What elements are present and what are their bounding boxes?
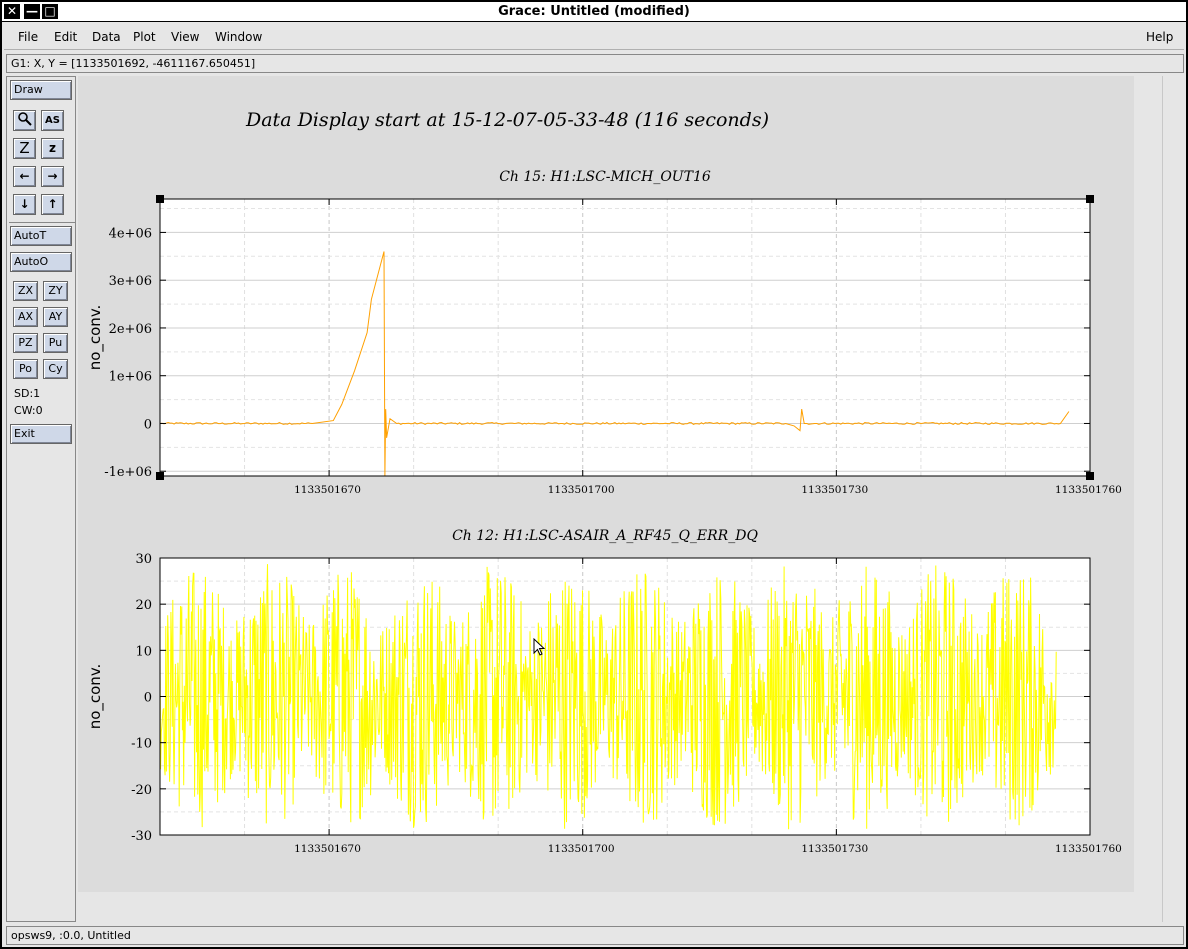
x-tick-label: 1133501730 [801, 484, 868, 496]
y-tick-label: 1e+06 [109, 370, 152, 385]
selection-handle [156, 195, 164, 203]
menu-help[interactable]: Help [1146, 30, 1173, 44]
graph-ch15[interactable]: 1133501670 1133501700 1133501730 1133501760… [86, 169, 1122, 496]
x-tick-label: 1133501700 [548, 484, 615, 496]
toolbar-divider [9, 222, 75, 223]
y-tick-label: -30 [131, 829, 152, 844]
menu-edit[interactable]: Edit [54, 30, 77, 44]
zoom-out-z-icon[interactable]: z [41, 138, 64, 159]
window-title: Grace: Untitled (modified) [498, 4, 690, 19]
grace-window: ✕ — □ Grace: Untitled (modified) File Ed… [0, 0, 1188, 949]
po-button[interactable]: Po [13, 359, 38, 379]
zx-button[interactable]: ZX [13, 281, 38, 301]
selection-handle [1086, 195, 1094, 203]
y-tick-label: -20 [131, 783, 152, 798]
chart-title: Ch 12: H1:LSC-ASAIR_A_RF45_Q_ERR_DQ [452, 528, 758, 544]
status-bar: opsws9, :0.0, Untitled [6, 926, 1184, 945]
right-panel [1162, 76, 1184, 922]
menu-window[interactable]: Window [215, 30, 262, 44]
menu-file[interactable]: File [18, 30, 38, 44]
y-tick-label: 0 [144, 691, 152, 706]
plot-area [160, 199, 1090, 476]
up-arrow-icon[interactable]: ↑ [41, 194, 64, 215]
zy-button[interactable]: ZY [43, 281, 68, 301]
cy-button[interactable]: Cy [43, 359, 68, 379]
y-tick-label: 30 [135, 552, 152, 567]
selection-handle [1086, 472, 1094, 480]
plot-canvas[interactable]: Data Display start at 15-12-07-05-33-48 … [78, 76, 1134, 892]
y-tick-label: -10 [131, 737, 152, 752]
left-toolbar: Draw AS Z z ← → ↓ ↑ AutoT AutoO ZX ZY AX… [6, 76, 76, 922]
y-tick-label: 3e+06 [109, 274, 152, 289]
x-tick-label: 1133501730 [801, 843, 868, 855]
x-tick-label: 1133501670 [294, 484, 361, 496]
chart-title: Ch 15: H1:LSC-MICH_OUT16 [499, 169, 711, 185]
x-tick-label: 1133501670 [294, 843, 361, 855]
y-tick-label: 10 [135, 644, 152, 659]
x-tick-label: 1133501700 [548, 843, 615, 855]
autot-button[interactable]: AutoT [10, 226, 72, 246]
draw-button[interactable]: Draw [10, 80, 72, 100]
autoo-button[interactable]: AutoO [10, 252, 72, 272]
left-arrow-icon[interactable]: ← [13, 166, 36, 187]
zoom-icon-glyph [18, 112, 32, 126]
ay-button[interactable]: AY [43, 307, 68, 327]
plot-svg[interactable]: Data Display start at 15-12-07-05-33-48 … [78, 76, 1134, 892]
menu-view[interactable]: View [171, 30, 199, 44]
y-tick-label: 4e+06 [109, 226, 152, 241]
right-arrow-icon[interactable]: → [41, 166, 64, 187]
y-tick-label: 0 [144, 417, 152, 432]
menu-data[interactable]: Data [92, 30, 121, 44]
title-bar[interactable]: ✕ — □ Grace: Untitled (modified) [2, 2, 1186, 22]
y-tick-label: -1e+06 [104, 465, 152, 480]
cw-indicator: CW:0 [14, 404, 43, 417]
locator-bar: G1: X, Y = [1133501692, -4611167.650451] [6, 54, 1184, 73]
menu-bar: File Edit Data Plot View Window Help [4, 24, 1184, 50]
graph-ch12[interactable]: 1133501670 1133501700 1133501730 1133501760… [86, 528, 1122, 855]
x-tick-label: 1133501760 [1055, 484, 1122, 496]
sd-indicator: SD:1 [14, 387, 41, 400]
zoom-icon[interactable] [13, 110, 36, 131]
menu-plot[interactable]: Plot [133, 30, 156, 44]
autoscale-text-icon[interactable]: AS [41, 110, 64, 131]
y-tick-label: 2e+06 [109, 322, 152, 337]
y-axis-label: no_conv. [86, 664, 105, 730]
selection-handle [156, 472, 164, 480]
down-arrow-icon[interactable]: ↓ [13, 194, 36, 215]
exit-button[interactable]: Exit [10, 424, 72, 444]
ax-button[interactable]: AX [13, 307, 38, 327]
y-tick-label: 20 [135, 598, 152, 613]
page-title: Data Display start at 15-12-07-05-33-48 … [245, 109, 769, 131]
zoom-in-z-icon[interactable]: Z [13, 138, 36, 159]
mouse-cursor-icon [533, 638, 546, 656]
x-tick-label: 1133501760 [1055, 843, 1122, 855]
pz-button[interactable]: PZ [13, 333, 38, 353]
y-axis-label: no_conv. [86, 305, 105, 371]
pu-button[interactable]: Pu [43, 333, 68, 353]
canvas-area[interactable]: Data Display start at 15-12-07-05-33-48 … [78, 76, 1158, 922]
